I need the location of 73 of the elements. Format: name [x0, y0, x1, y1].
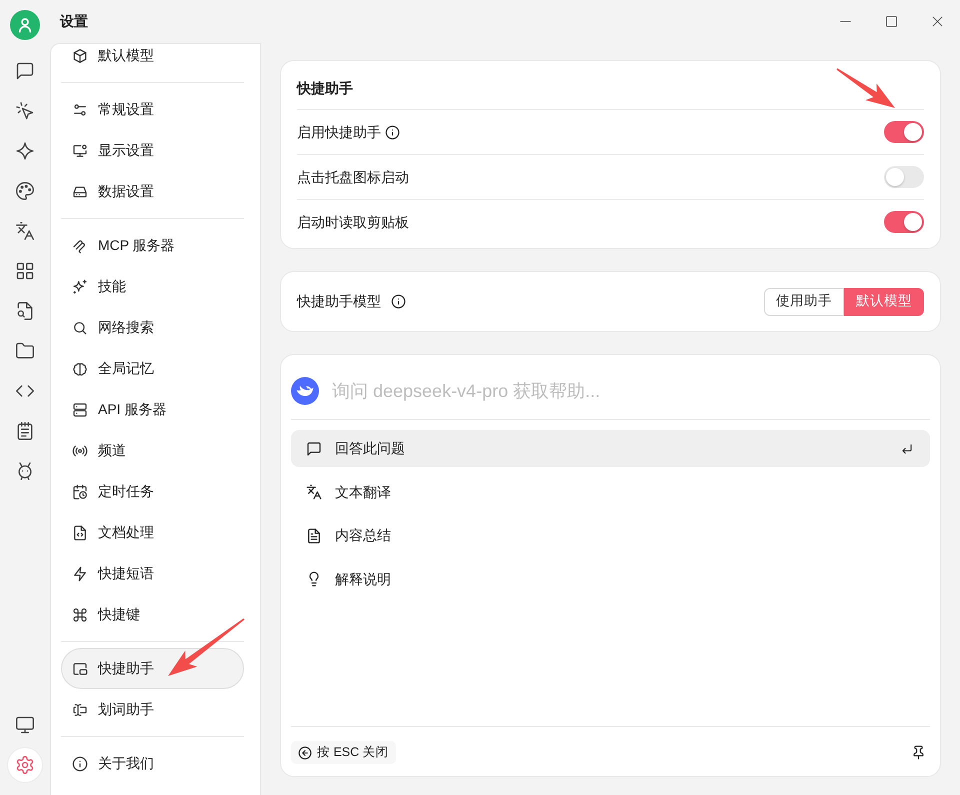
- sidebar-item[interactable]: MCP 服务器: [61, 225, 244, 266]
- monitor-icon[interactable]: [15, 715, 35, 735]
- sidebar-item[interactable]: 快捷键: [61, 594, 244, 635]
- menu-item[interactable]: 回答此问题: [291, 430, 930, 467]
- grid-icon[interactable]: [15, 261, 35, 281]
- translate-icon[interactable]: [15, 221, 35, 241]
- calendar-clock-icon: [72, 484, 88, 500]
- window-inset-icon: [72, 660, 88, 676]
- sidebar-item[interactable]: 全局记忆: [61, 348, 244, 389]
- close-icon[interactable]: [930, 14, 944, 29]
- translate-icon: [306, 484, 322, 500]
- search-icon: [72, 320, 88, 336]
- sidebar-item[interactable]: 技能: [61, 266, 244, 307]
- notepad-icon[interactable]: [15, 421, 35, 441]
- window-title: 设置: [58, 13, 88, 29]
- sidebar-item[interactable]: 网络搜索: [61, 307, 244, 348]
- setting-label: 快捷助手模型: [297, 292, 381, 311]
- sidebar-item[interactable]: 快捷助手: [61, 648, 244, 689]
- palette-icon[interactable]: [15, 181, 35, 201]
- menu-item[interactable]: 文本翻译: [291, 474, 930, 510]
- monitor-gear-icon: [72, 142, 88, 158]
- menu-item[interactable]: 内容总结: [291, 517, 930, 554]
- sidebar-item[interactable]: 划词助手: [61, 689, 244, 730]
- settings-icon[interactable]: [8, 748, 42, 782]
- input-field[interactable]: 询问 deepseek-v4-pro 获取帮助...: [332, 377, 930, 405]
- drive-icon: [72, 184, 88, 200]
- enter-key-icon: [900, 442, 914, 456]
- menu-item[interactable]: 解释说明: [291, 560, 930, 598]
- setting-label: 启动时读取剪贴板: [297, 212, 409, 232]
- toggle-switch[interactable]: [884, 211, 924, 233]
- sidebar-item[interactable]: 显示设置: [61, 130, 244, 171]
- setting-label: 启用快捷助手: [297, 122, 381, 142]
- document-icon: [306, 528, 322, 544]
- whale-logo-icon: [291, 377, 319, 405]
- maximize-icon[interactable]: [884, 14, 898, 29]
- sparkle-icon[interactable]: [15, 141, 35, 161]
- cube-icon: [72, 48, 88, 64]
- command-key-icon: [72, 606, 88, 622]
- document-search-icon[interactable]: [15, 301, 35, 321]
- segment-button[interactable]: 使用助手: [764, 288, 844, 316]
- toggle-switch[interactable]: [884, 166, 924, 188]
- server-icon: [72, 402, 88, 418]
- sidebar-item[interactable]: 频道: [61, 430, 244, 471]
- sidebar-item[interactable]: 常规设置: [61, 89, 244, 130]
- text-cursor-icon: [72, 702, 88, 718]
- pin-icon[interactable]: [911, 745, 926, 760]
- annotation-arrow: [836, 68, 895, 108]
- folder-icon[interactable]: [15, 341, 35, 361]
- sidebar-item[interactable]: 数据设置: [61, 171, 244, 212]
- brain-icon: [72, 360, 88, 376]
- sidebar-item[interactable]: 默认模型: [61, 44, 244, 76]
- info-icon[interactable]: [391, 294, 406, 309]
- coil-icon: [72, 238, 88, 254]
- toggle-switch[interactable]: [884, 121, 924, 143]
- chat-bubble-icon: [306, 440, 322, 456]
- sidebar-item[interactable]: 快捷短语: [61, 553, 244, 594]
- cursor-sparkle-icon[interactable]: [15, 101, 35, 121]
- sparkles-icon: [72, 278, 88, 294]
- code-file-icon: [72, 524, 88, 540]
- info-icon[interactable]: [385, 124, 400, 140]
- info-icon: [72, 756, 88, 772]
- chat-bubble-icon[interactable]: [15, 61, 35, 81]
- avatar-icon[interactable]: [10, 10, 40, 40]
- sliders-icon: [72, 102, 88, 118]
- broadcast-icon: [72, 442, 88, 458]
- sidebar-item[interactable]: 关于我们: [61, 743, 244, 784]
- sidebar-item[interactable]: 文档处理: [61, 512, 244, 553]
- sidebar-item[interactable]: API 服务器: [61, 389, 244, 430]
- card-title: 快捷助手: [297, 80, 353, 96]
- sidebar-item[interactable]: 定时任务: [61, 471, 244, 512]
- close-hint-button[interactable]: 按 ESC 关闭: [291, 741, 396, 764]
- lightning-icon: [72, 566, 88, 582]
- setting-label: 点击托盘图标启动: [297, 168, 409, 186]
